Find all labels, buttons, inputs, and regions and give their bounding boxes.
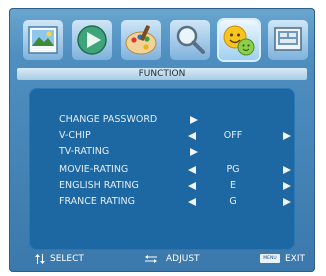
- menu-item-tv-rating[interactable]: TV-RATING: [29, 145, 295, 159]
- select-hint: SELECT: [50, 254, 84, 264]
- tab-color[interactable]: [121, 20, 161, 60]
- search-icon: [176, 25, 205, 54]
- menu-item-value: PG: [226, 164, 240, 175]
- osd-menu: FUNCTION CHANGE PASSWORD V-CHIP OFF TV-R…: [9, 8, 315, 272]
- menu-item-label: TV-RATING: [59, 146, 110, 157]
- tab-info[interactable]: [268, 20, 308, 60]
- right-arrow-icon[interactable]: [283, 179, 293, 193]
- enter-arrow-icon[interactable]: [190, 113, 200, 127]
- picture-icon: [28, 26, 58, 54]
- adjust-hint: ADJUST: [166, 254, 200, 264]
- color-palette-icon: [125, 25, 157, 55]
- menu-item-label: ENGLISH RATING: [59, 180, 139, 191]
- left-arrow-icon[interactable]: [188, 195, 198, 209]
- menu-key-icon: MENU: [260, 254, 280, 263]
- menu-item-label: FRANCE RATING: [59, 196, 135, 207]
- left-arrow-icon[interactable]: [188, 163, 198, 177]
- left-arrow-icon[interactable]: [188, 129, 198, 143]
- menu-item-label: V-CHIP: [59, 130, 91, 141]
- menu-title: FUNCTION: [138, 69, 186, 79]
- menu-title-bar: FUNCTION: [17, 68, 307, 80]
- enter-arrow-icon[interactable]: [190, 145, 200, 159]
- menu-item-value: G: [229, 196, 237, 207]
- right-arrow-icon[interactable]: [283, 163, 293, 177]
- menu-item-movie-rating[interactable]: MOVIE-RATING PG: [29, 163, 295, 177]
- menu-item-value: E: [229, 180, 236, 191]
- tab-sound[interactable]: [72, 20, 112, 60]
- menu-item-change-password[interactable]: CHANGE PASSWORD: [29, 113, 295, 127]
- left-arrow-icon[interactable]: [188, 179, 198, 193]
- menu-item-label: CHANGE PASSWORD: [59, 114, 158, 125]
- up-down-arrows-icon: [35, 254, 45, 264]
- tab-search[interactable]: [170, 20, 210, 60]
- right-arrow-icon[interactable]: [283, 195, 293, 209]
- function-smiley-icon: [223, 25, 255, 56]
- exit-hint: EXIT: [285, 254, 306, 264]
- menu-item-v-chip[interactable]: V-CHIP OFF: [29, 129, 295, 143]
- tab-picture[interactable]: [23, 20, 63, 60]
- left-right-arrows-icon: [145, 255, 157, 263]
- menu-item-label: MOVIE-RATING: [59, 164, 129, 175]
- tab-function[interactable]: [219, 20, 259, 60]
- info-screen-icon: [274, 27, 302, 51]
- footer-hint-bar: SELECT ADJUST MENU EXIT: [9, 248, 315, 270]
- menu-item-value: OFF: [223, 130, 243, 141]
- right-arrow-icon[interactable]: [283, 129, 293, 143]
- function-settings-panel: CHANGE PASSWORD V-CHIP OFF TV-RATING MOV…: [29, 88, 295, 250]
- sound-icon: [77, 25, 107, 55]
- menu-item-english-rating[interactable]: ENGLISH RATING E: [29, 179, 295, 193]
- menu-item-france-rating[interactable]: FRANCE RATING G: [29, 195, 295, 209]
- menu-tab-bar: [9, 8, 315, 66]
